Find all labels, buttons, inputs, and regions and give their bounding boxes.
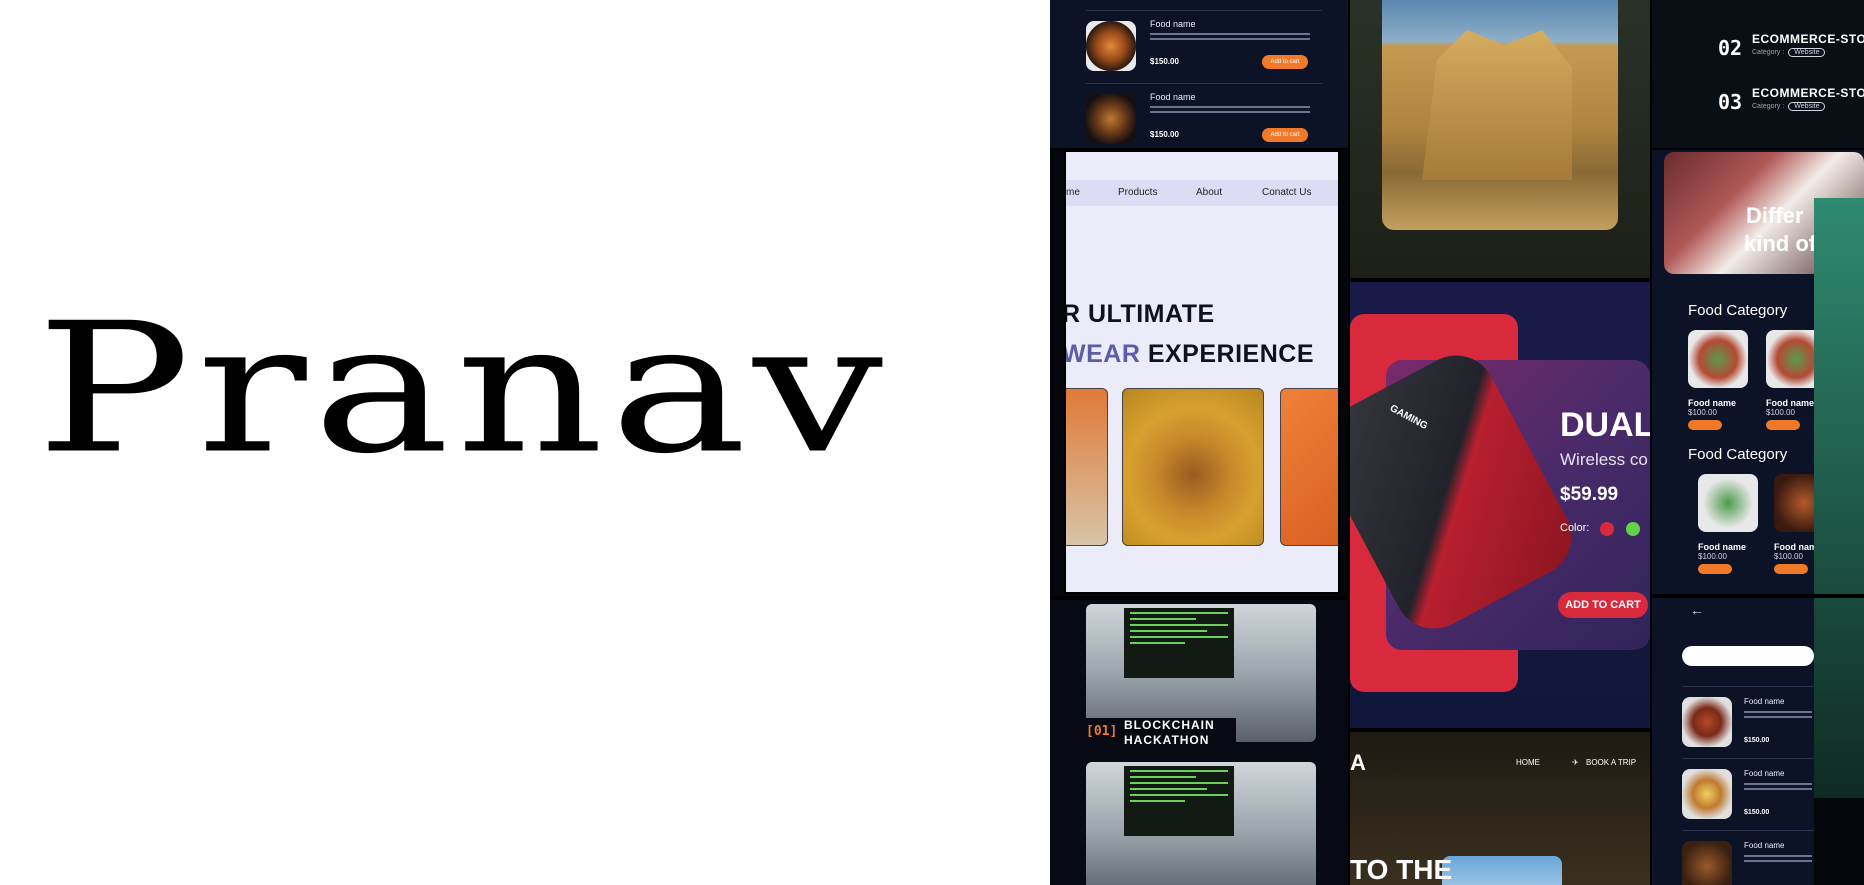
food-image: [1682, 841, 1732, 885]
travel-hero-text: TO THE: [1350, 854, 1453, 885]
food-image: [1682, 697, 1732, 747]
food-price: $150.00: [1150, 57, 1179, 66]
nav-item-book-trip[interactable]: BOOK A TRIP: [1586, 758, 1636, 767]
food-price: $150.00: [1744, 809, 1770, 816]
search-input[interactable]: [1682, 646, 1814, 666]
food-price: $100.00: [1698, 552, 1727, 561]
add-to-cart-button[interactable]: [1766, 420, 1800, 430]
product-title: DUAL: [1560, 406, 1650, 444]
hackathon-label: [01] BLOCKCHAIN HACKATHON: [1086, 718, 1236, 748]
sky-image: [1442, 856, 1562, 885]
food-image: [1086, 21, 1136, 71]
teal-panel: [1814, 198, 1864, 798]
nav-item-contact[interactable]: Conatct Us: [1262, 187, 1311, 198]
food-image: [1086, 94, 1136, 144]
projects-list-preview[interactable]: 02 ECOMMERCE-STORE Category :Website 03 …: [1652, 0, 1864, 148]
project-collage: Food name $150.00 Add to cart Food name …: [1050, 0, 1864, 885]
add-to-cart-button[interactable]: Add to cart: [1262, 128, 1308, 142]
food-name: Food nam: [1774, 542, 1817, 552]
food-name: Food name: [1150, 92, 1196, 102]
plane-icon: ✈: [1572, 758, 1579, 767]
food-name: Food name: [1744, 697, 1785, 706]
shoe-store-preview[interactable]: me Products About Conatct Us R ULTIMATE …: [1064, 150, 1340, 594]
nav-item-home[interactable]: me: [1066, 187, 1080, 198]
food-name: Food name: [1744, 841, 1785, 850]
travel-logo[interactable]: A: [1350, 750, 1366, 776]
food-hero-line1: Differ: [1746, 203, 1804, 228]
list-item: Food name $150.00: [1682, 686, 1814, 756]
food-description: [1744, 711, 1812, 721]
food-description: [1150, 106, 1310, 118]
food-category-image[interactable]: [1698, 474, 1758, 532]
color-label: Color:: [1560, 522, 1590, 534]
food-price: $100.00: [1774, 552, 1803, 561]
color-swatch-green[interactable]: [1626, 522, 1640, 536]
food-price: $100.00: [1766, 408, 1795, 417]
list-item: Food name: [1682, 830, 1814, 885]
project-category: Category : Website: [1752, 48, 1826, 57]
add-to-cart-button[interactable]: [1774, 564, 1808, 574]
food-description: [1150, 33, 1310, 45]
food-description: [1744, 855, 1812, 865]
food-name: Food name: [1688, 398, 1737, 408]
product-card[interactable]: [1122, 388, 1264, 546]
food-name: Food name: [1698, 542, 1747, 552]
hackathon-image: [1086, 762, 1316, 885]
nav-item-home[interactable]: HOME: [1516, 758, 1540, 767]
hackathon-preview[interactable]: [01] BLOCKCHAIN HACKATHON: [1050, 600, 1348, 885]
project-number: 02: [1718, 36, 1743, 60]
nav-item-products[interactable]: Products: [1118, 187, 1157, 198]
hero-section: Pranav: [0, 0, 1050, 885]
project-title: ECOMMERCE-STORE: [1752, 32, 1864, 46]
food-price: $150.00: [1744, 737, 1770, 744]
food-price: $150.00: [1150, 130, 1179, 139]
list-item: Food name $150.00: [1682, 758, 1814, 828]
food-name: Food name: [1766, 398, 1815, 408]
product-price: $59.99: [1560, 484, 1619, 505]
food-category-heading: Food Category: [1688, 446, 1788, 463]
food-name: Food name: [1744, 769, 1785, 778]
product-subtitle: Wireless co: [1560, 450, 1648, 469]
hero-name: Pranav: [36, 285, 890, 494]
color-swatch-red[interactable]: [1600, 522, 1614, 536]
list-item: Food name $150.00 Add to cart: [1086, 83, 1322, 147]
back-arrow-icon[interactable]: ←: [1690, 602, 1704, 618]
product-card[interactable]: [1066, 388, 1108, 546]
food-description: [1744, 783, 1812, 793]
project-title: ECOMMERCE-STORE: [1752, 86, 1864, 100]
food-price: $100.00: [1688, 408, 1717, 417]
list-item: Food name $150.00 Add to cart: [1086, 10, 1322, 74]
food-hero-line2: kind of: [1744, 231, 1817, 256]
gaming-store-preview[interactable]: GAMING DUAL Wireless co $59.99 Color: AD…: [1350, 282, 1650, 728]
castle-image: [1382, 0, 1618, 230]
shoe-headline-line2: WEAR EXPERIENCE: [1064, 340, 1314, 368]
shoe-store-nav: me Products About Conatct Us: [1066, 180, 1338, 206]
food-name: Food name: [1150, 19, 1196, 29]
nav-item-about[interactable]: About: [1196, 187, 1222, 198]
project-number: 03: [1718, 90, 1743, 114]
travel-photo-preview[interactable]: [1350, 0, 1650, 278]
food-category-image[interactable]: [1688, 330, 1748, 388]
product-card[interactable]: [1280, 388, 1338, 546]
food-image: [1682, 769, 1732, 819]
add-to-cart-button[interactable]: ADD TO CART: [1558, 592, 1648, 618]
food-category-heading: Food Category: [1688, 302, 1788, 319]
add-to-cart-button[interactable]: [1698, 564, 1732, 574]
food-list-preview-2[interactable]: ← Food name $150.00 Food name $150.00 Fo…: [1652, 598, 1814, 885]
add-to-cart-button[interactable]: Add to cart: [1262, 55, 1308, 69]
food-list-preview[interactable]: Food name $150.00 Add to cart Food name …: [1050, 0, 1348, 148]
shoe-headline-line1: R ULTIMATE: [1064, 300, 1215, 328]
add-to-cart-button[interactable]: [1688, 420, 1722, 430]
project-category: Category : Website: [1752, 102, 1826, 111]
travel-site-preview[interactable]: A HOME ✈ BOOK A TRIP TO THE: [1350, 732, 1650, 885]
